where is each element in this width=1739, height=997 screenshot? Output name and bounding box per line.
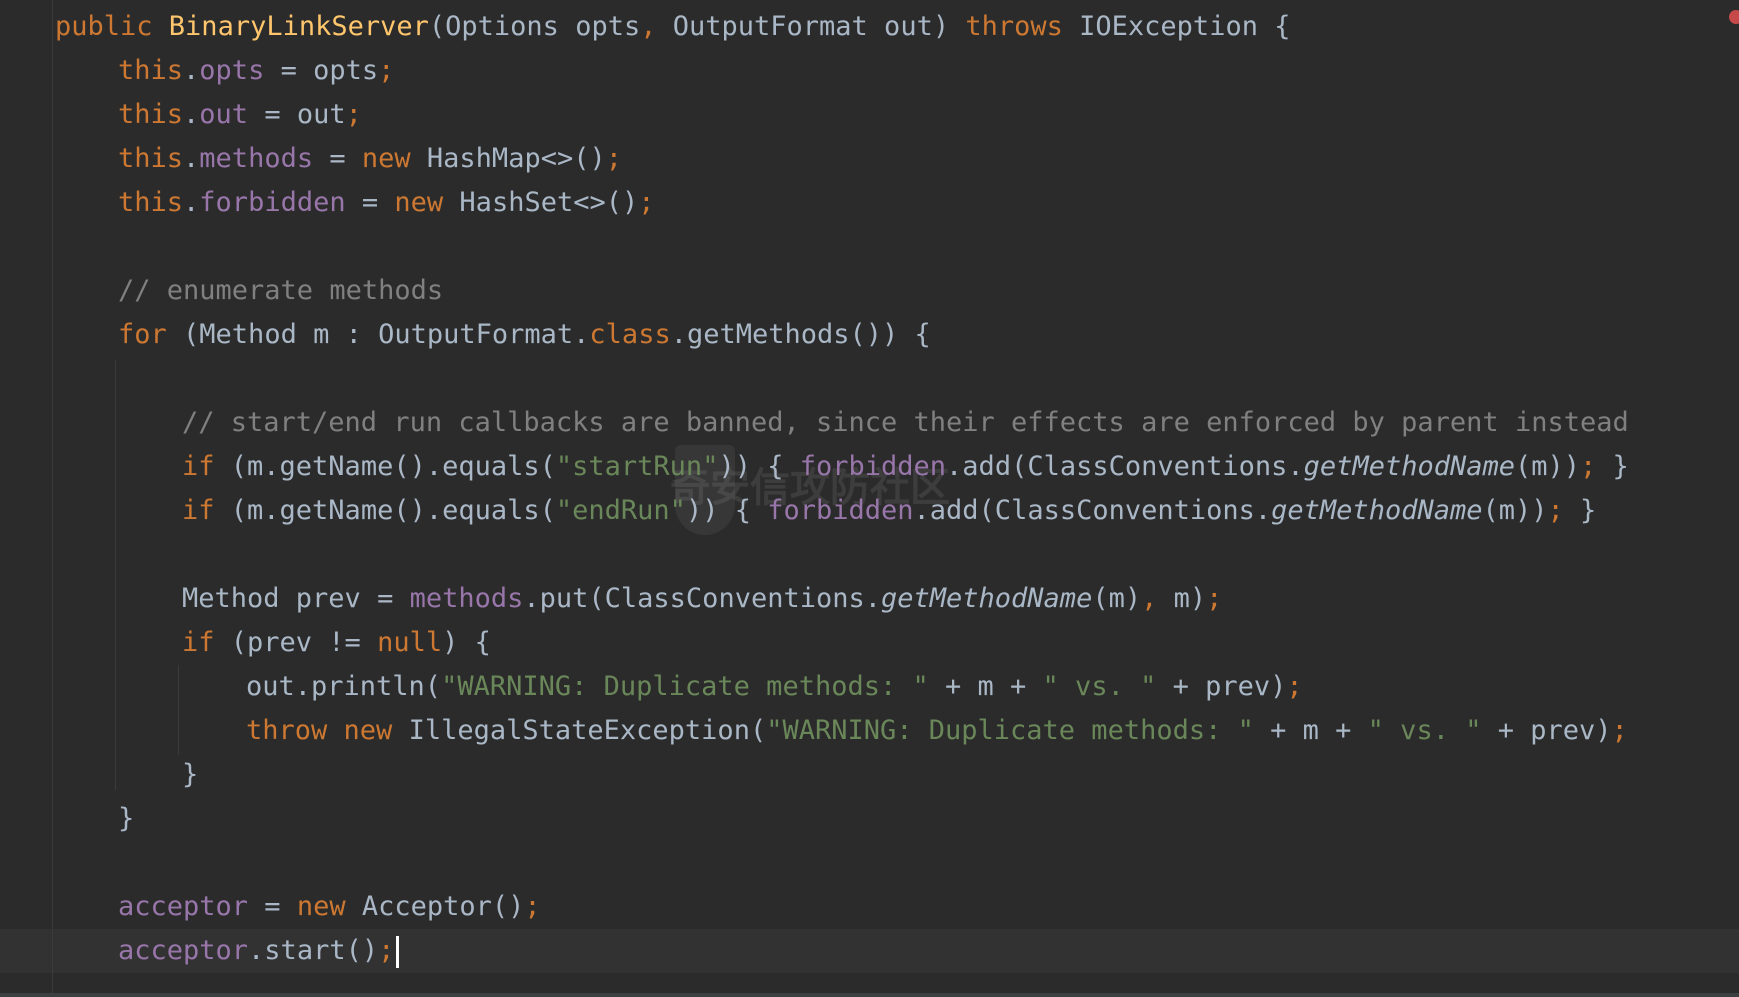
- code-line[interactable]: this.opts = opts;: [118, 49, 394, 93]
- indent-guide: [178, 665, 179, 755]
- error-indicator-icon[interactable]: [1729, 10, 1739, 24]
- code-editor[interactable]: 奇安信攻防社区 public BinaryLinkServer(Options …: [0, 0, 1739, 997]
- code-line[interactable]: if (m.getName().equals("startRun")) { fo…: [182, 445, 1629, 489]
- code-line[interactable]: throw new IllegalStateException("WARNING…: [246, 709, 1628, 753]
- indent-guide: [115, 360, 116, 790]
- code-line[interactable]: this.forbidden = new HashSet<>();: [118, 181, 655, 225]
- code-comment[interactable]: // start/end run callbacks are banned, s…: [182, 401, 1629, 445]
- code-line[interactable]: acceptor = new Acceptor();: [118, 885, 541, 929]
- code-line[interactable]: public BinaryLinkServer(Options opts, Ou…: [55, 5, 1290, 49]
- code-line[interactable]: }: [182, 753, 198, 797]
- horizontal-scrollbar[interactable]: [0, 993, 1739, 997]
- code-line[interactable]: if (prev != null) {: [182, 621, 491, 665]
- text-caret: [396, 935, 400, 968]
- code-line[interactable]: }: [118, 797, 134, 841]
- code-line[interactable]: this.out = out;: [118, 93, 362, 137]
- code-line[interactable]: Method prev = methods.put(ClassConventio…: [182, 577, 1222, 621]
- code-line[interactable]: if (m.getName().equals("endRun")) { forb…: [182, 489, 1596, 533]
- code-line[interactable]: this.methods = new HashMap<>();: [118, 137, 622, 181]
- code-line[interactable]: out.println("WARNING: Duplicate methods:…: [246, 665, 1303, 709]
- code-line[interactable]: for (Method m : OutputFormat.class.getMe…: [118, 313, 931, 357]
- code-comment[interactable]: // enumerate methods: [118, 269, 443, 313]
- code-line-current[interactable]: acceptor.start();: [118, 929, 400, 973]
- indent-guide: [52, 0, 53, 993]
